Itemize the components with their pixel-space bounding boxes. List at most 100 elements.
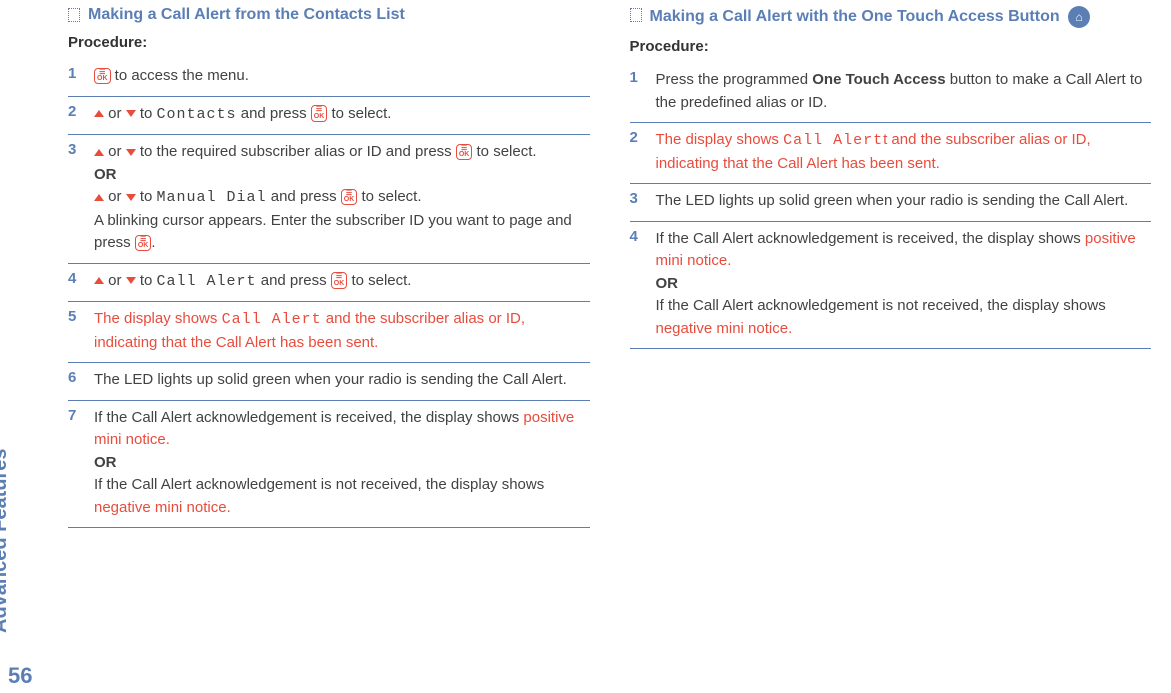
step-body: The display shows Call Alert and the sub…	[94, 308, 590, 354]
step-text: to	[136, 105, 157, 122]
step-text: If the Call Alert acknowledgement is rec…	[656, 230, 1085, 247]
step-text: to select.	[357, 188, 421, 205]
left-step-2: 2 or to Contacts and press ☰OK to select…	[68, 97, 590, 136]
display-call-alert: Call Alert	[783, 132, 883, 149]
step-text: If the Call Alert acknowledgement is not…	[94, 476, 544, 493]
left-step-5: 5 The display shows Call Alert and the s…	[68, 302, 590, 363]
right-step-4: 4 If the Call Alert acknowledgement is r…	[630, 222, 1152, 350]
one-touch-access-label: One Touch Access	[812, 71, 945, 88]
or-label: OR	[94, 454, 117, 471]
negative-notice: negative mini notice.	[656, 320, 793, 337]
step-body: The display shows Call Alertt and the su…	[656, 129, 1152, 175]
arrow-down-icon	[126, 110, 136, 117]
arrow-up-icon	[94, 194, 104, 201]
left-step-4: 4 or to Call Alert and press ☰OK to sele…	[68, 264, 590, 303]
left-step-1: 1 ☰OK to access the menu.	[68, 59, 590, 97]
left-step-6: 6 The LED lights up solid green when you…	[68, 363, 590, 401]
step-number: 4	[68, 270, 80, 287]
step-body: If the Call Alert acknowledgement is rec…	[94, 407, 590, 520]
step-text: to select.	[327, 105, 391, 122]
step-text: to	[136, 188, 157, 205]
step-text: to	[136, 272, 157, 289]
right-step-2: 2 The display shows Call Alertt and the …	[630, 123, 1152, 184]
step-body: or to the required subscriber alias or I…	[94, 141, 590, 255]
step-text: If the Call Alert acknowledgement is not…	[656, 297, 1106, 314]
step-number: 4	[630, 228, 642, 245]
step-text: or	[104, 105, 126, 122]
step-number: 2	[68, 103, 80, 120]
step-text: to select.	[472, 143, 536, 160]
step-number: 2	[630, 129, 642, 146]
right-heading-text: Making a Call Alert with the One Touch A…	[650, 6, 1152, 28]
menu-item-call-alert: Call Alert	[157, 273, 257, 290]
left-heading-text: Making a Call Alert from the Contacts Li…	[88, 6, 590, 24]
or-label: OR	[94, 166, 117, 183]
menu-item-manual-dial: Manual Dial	[157, 189, 267, 206]
menu-item-contacts: Contacts	[157, 106, 237, 123]
step-text: .	[151, 234, 155, 251]
page-body: Making a Call Alert from the Contacts Li…	[0, 0, 1171, 548]
step-body: or to Call Alert and press ☰OK to select…	[94, 270, 590, 294]
right-procedure-label: Procedure:	[630, 38, 1152, 55]
ok-button-icon: ☰OK	[311, 105, 328, 122]
step-text: The display shows	[94, 310, 222, 327]
step-text: A blinking cursor appears. Enter the sub…	[94, 212, 572, 252]
step-text: The LED lights up solid green when your …	[656, 192, 1129, 209]
arrow-down-icon	[126, 277, 136, 284]
arrow-down-icon	[126, 149, 136, 156]
step-text: and press	[237, 105, 311, 122]
step-text: to select.	[347, 272, 411, 289]
heading-bullet-icon	[68, 8, 80, 22]
page-number: 56	[8, 663, 32, 689]
step-body: Press the programmed One Touch Access bu…	[656, 69, 1152, 114]
heading-bullet-icon	[630, 8, 642, 22]
ok-button-icon: ☰OK	[341, 189, 358, 206]
right-column: Making a Call Alert with the One Touch A…	[630, 6, 1152, 528]
step-text: to the required subscriber alias or ID a…	[136, 143, 456, 160]
ok-button-icon: ☰OK	[94, 68, 111, 85]
arrow-up-icon	[94, 277, 104, 284]
arrow-down-icon	[126, 194, 136, 201]
step-number: 1	[68, 65, 80, 82]
side-section-label: Advanced Features	[0, 448, 12, 633]
left-step-7: 7 If the Call Alert acknowledgement is r…	[68, 401, 590, 529]
right-step-1: 1 Press the programmed One Touch Access …	[630, 63, 1152, 123]
arrow-up-icon	[94, 110, 104, 117]
step-body: or to Contacts and press ☰OK to select.	[94, 103, 590, 127]
left-step-3: 3 or to the required subscriber alias or…	[68, 135, 590, 264]
step-text: The display shows	[656, 131, 784, 148]
step-text: and press	[267, 188, 341, 205]
step-number: 7	[68, 407, 80, 424]
left-procedure-label: Procedure:	[68, 34, 590, 51]
step-text: The LED lights up solid green when your …	[94, 371, 567, 388]
ok-button-icon: ☰OK	[135, 235, 152, 252]
right-step-3: 3 The LED lights up solid green when you…	[630, 184, 1152, 222]
step-body: The LED lights up solid green when your …	[94, 369, 590, 392]
step-text: or	[104, 188, 126, 205]
heading-text: Making a Call Alert with the One Touch A…	[650, 8, 1065, 25]
left-column: Making a Call Alert from the Contacts Li…	[68, 6, 590, 528]
ok-button-icon: ☰OK	[456, 144, 473, 161]
step-text: and press	[257, 272, 331, 289]
step-body: ☰OK to access the menu.	[94, 65, 590, 88]
step-number: 3	[630, 190, 642, 207]
step-text: Press the programmed	[656, 71, 813, 88]
step-number: 3	[68, 141, 80, 158]
or-label: OR	[656, 275, 679, 292]
arrow-up-icon	[94, 149, 104, 156]
step-text: to access the menu.	[111, 67, 249, 84]
ok-button-icon: ☰OK	[331, 272, 348, 289]
right-heading: Making a Call Alert with the One Touch A…	[630, 6, 1152, 28]
step-number: 6	[68, 369, 80, 386]
step-body: If the Call Alert acknowledgement is rec…	[656, 228, 1152, 341]
step-text: If the Call Alert acknowledgement is rec…	[94, 409, 523, 426]
step-text: or	[104, 272, 126, 289]
display-call-alert: Call Alert	[222, 311, 322, 328]
one-touch-access-icon: ⌂	[1068, 6, 1090, 28]
step-text: or	[104, 143, 126, 160]
step-number: 5	[68, 308, 80, 325]
step-body: The LED lights up solid green when your …	[656, 190, 1152, 213]
left-heading: Making a Call Alert from the Contacts Li…	[68, 6, 590, 24]
negative-notice: negative mini notice.	[94, 499, 231, 516]
step-number: 1	[630, 69, 642, 86]
